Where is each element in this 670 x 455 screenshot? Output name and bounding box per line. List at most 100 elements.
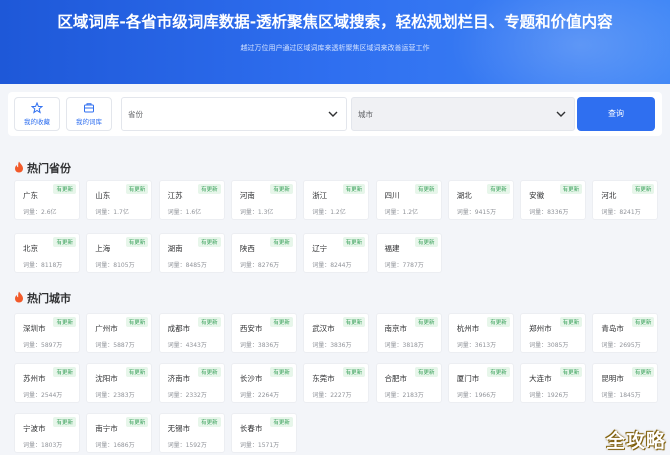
region-card[interactable]: 东莞市 有更新 词量：2227万 bbox=[303, 363, 370, 403]
update-badge: 有更新 bbox=[270, 317, 293, 327]
region-card[interactable]: 南宁市 有更新词量：1686万 bbox=[86, 413, 153, 453]
word-count: 词量：1926万 bbox=[529, 392, 569, 399]
region-card[interactable]: 江苏 有更新 词量：1.6亿 bbox=[158, 180, 225, 220]
region-card[interactable]: 深圳市 有更新 词量：5897万 bbox=[14, 313, 80, 353]
update-badge: 有更新 bbox=[125, 367, 149, 377]
word-count: 词量：1.3亿 bbox=[239, 209, 274, 216]
region-card[interactable]: 广东 有更新 词量：2.6亿 bbox=[14, 180, 80, 220]
region-card[interactable]: 湖南 有更新 词量：8485万 bbox=[158, 233, 225, 273]
region-card[interactable]: 广州市 有更新 词量：5887万 bbox=[86, 313, 153, 353]
update-badge: 有更新 bbox=[198, 367, 221, 377]
region-card[interactable]: 安徽 有更新 词量：8336万 bbox=[520, 180, 587, 220]
word-count: 词量：1.6亿 bbox=[167, 209, 202, 216]
region-name: 昆明市 bbox=[601, 374, 624, 383]
hot-cities-title: 热门城市 bbox=[27, 292, 71, 305]
update-badge: 有更新 bbox=[414, 367, 438, 377]
region-name: 北京 bbox=[23, 244, 38, 253]
word-count: 词量：8244万 bbox=[312, 262, 352, 269]
word-count: 词量：5897万 bbox=[23, 342, 63, 349]
region-card[interactable]: 苏州市 有更新 词量：2544万 bbox=[14, 363, 80, 403]
word-count: 词量：1571万 bbox=[239, 442, 280, 449]
region-card[interactable]: 河南 有更新 词量：1.3亿 bbox=[230, 180, 297, 220]
region-card[interactable]: 昆明市 有更新 词量：1845万 bbox=[592, 363, 659, 403]
region-card[interactable]: 长沙市 有更新 词量：2264万 bbox=[230, 363, 297, 403]
region-card[interactable]: 武汉市 有更新 词量：3836万 bbox=[303, 313, 370, 353]
word-count: 词量：9415万 bbox=[456, 209, 497, 216]
update-badge: 有更新 bbox=[198, 184, 221, 194]
region-card[interactable]: 沈阳市 有更新 词量：2383万 bbox=[86, 363, 153, 403]
region-card[interactable]: 大连市 有更新 词量：1926万 bbox=[520, 363, 587, 403]
update-badge: 有更新 bbox=[270, 237, 293, 247]
region-card[interactable]: 杭州市 有更新 词量：3613万 bbox=[447, 313, 514, 353]
city-select[interactable]: 城市 bbox=[351, 97, 575, 131]
region-name: 辽宁 bbox=[312, 244, 328, 253]
query-button[interactable]: 查询 bbox=[577, 97, 655, 131]
update-badge: 有更新 bbox=[414, 317, 438, 327]
region-card[interactable]: 成都市 有更新 词量：4343万 bbox=[158, 313, 225, 353]
search-bar: 我的收藏 我的词库 省份 城市 查询 bbox=[8, 92, 662, 136]
word-count: 词量：1686万 bbox=[95, 442, 135, 449]
update-badge: 有更新 bbox=[53, 317, 76, 327]
region-name: 东莞市 bbox=[312, 374, 335, 383]
province-select[interactable]: 省份 bbox=[121, 97, 347, 131]
region-name: 河南 bbox=[239, 191, 255, 200]
update-badge: 有更新 bbox=[559, 367, 583, 377]
word-count: 词量：2.6亿 bbox=[23, 209, 57, 216]
region-card[interactable]: 上海 有更新 词量：8105万 bbox=[86, 233, 153, 273]
word-count: 词量：8276万 bbox=[239, 262, 280, 269]
page-subtitle: 越过万位用户通过区域词库来透析聚焦区域词来改善运营工作 bbox=[240, 44, 430, 52]
region-card[interactable]: 南京市 有更新 词量：3818万 bbox=[375, 313, 442, 353]
favorites-button[interactable]: 我的收藏 bbox=[14, 97, 60, 131]
word-count: 词量：1.2亿 bbox=[312, 209, 346, 216]
region-card[interactable]: 辽宁 有更新 词量：8244万 bbox=[303, 233, 370, 273]
update-badge: 有更新 bbox=[198, 237, 221, 247]
word-count: 词量：2264万 bbox=[239, 392, 280, 399]
word-count: 词量：3613万 bbox=[456, 342, 497, 349]
region-name: 四川 bbox=[384, 191, 400, 200]
word-count: 词量：3818万 bbox=[384, 342, 424, 349]
word-count: 词量：3085万 bbox=[529, 342, 569, 349]
region-card[interactable]: 郑州市 有更新 词量：3085万 bbox=[520, 313, 587, 353]
region-card[interactable]: 河北 有更新 词量：8241万 bbox=[592, 180, 659, 220]
region-card[interactable]: 山东 有更新 词量：1.7亿 bbox=[86, 180, 153, 220]
region-card[interactable]: 无锡市 有更新 词量：1592万 bbox=[158, 413, 225, 453]
region-card[interactable]: 西安市 有更新 词量：3836万 bbox=[230, 313, 297, 353]
region-name: 南宁市 bbox=[95, 424, 118, 433]
word-count: 词量：8105万 bbox=[95, 262, 135, 269]
region-card[interactable]: 长春市 有更新 词量：1571万 bbox=[230, 413, 297, 453]
lexicon-icon bbox=[84, 103, 94, 113]
update-badge: 有更新 bbox=[125, 317, 149, 327]
region-card[interactable]: 济南市 有更新 词量：2332万 bbox=[158, 363, 225, 403]
update-badge: 有更新 bbox=[53, 237, 76, 247]
update-badge: 有更新 bbox=[631, 184, 655, 194]
update-badge: 有更新 bbox=[631, 317, 655, 327]
region-card[interactable]: 厦门市 有更新 词量：1966万 bbox=[447, 363, 514, 403]
word-count: 词量：2332万 bbox=[167, 392, 207, 399]
update-badge: 有更新 bbox=[342, 317, 366, 327]
word-count: 词量：3836万 bbox=[312, 342, 352, 349]
region-name: 湖北 bbox=[456, 191, 472, 200]
region-name: 上海 bbox=[95, 244, 111, 253]
my-lexicon-button[interactable]: 我的词库 bbox=[66, 97, 112, 131]
region-card[interactable]: 福建 有更新 词量：7787万 bbox=[375, 233, 442, 273]
fire-icon bbox=[15, 161, 23, 173]
region-card[interactable]: 合肥市 有更新 词量：2183万 bbox=[375, 363, 442, 403]
region-card[interactable]: 浙江 有更新 词量：1.2亿 bbox=[303, 180, 370, 220]
update-badge: 有更新 bbox=[125, 417, 149, 427]
region-name: 杭州市 bbox=[456, 324, 480, 333]
word-count: 词量：2227万 bbox=[312, 392, 352, 399]
region-card[interactable]: 四川 有更新 词量：1.2亿 bbox=[375, 180, 442, 220]
word-count: 词量：2383万 bbox=[95, 392, 135, 399]
region-card[interactable]: 湖北 有更新 词量：9415万 bbox=[447, 180, 514, 220]
region-card[interactable]: 宁波市 有更新 词量：1803万 bbox=[14, 413, 80, 453]
update-badge: 有更新 bbox=[487, 367, 510, 377]
region-name: 湖南 bbox=[167, 244, 183, 253]
word-count: 词量：1966万 bbox=[456, 392, 497, 399]
region-card[interactable]: 陕西 有更新 词量：8276万 bbox=[230, 233, 297, 273]
region-card[interactable]: 青岛市 有更新 词量：2695万 bbox=[592, 313, 659, 353]
update-badge: 有更新 bbox=[270, 367, 293, 377]
word-count: 词量：2183万 bbox=[384, 392, 424, 399]
region-card[interactable]: 北京 有更新 词量：8118万 bbox=[14, 233, 80, 273]
word-count: 词量：2544万 bbox=[23, 392, 63, 399]
word-count: 词量：8336万 bbox=[529, 209, 569, 216]
